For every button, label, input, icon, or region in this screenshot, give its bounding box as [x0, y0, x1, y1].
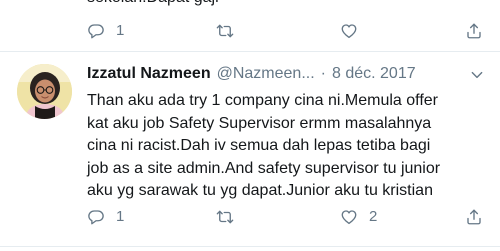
tweet-text: Than aku ada try 1 company cina ni.Memul…	[87, 90, 492, 203]
reply-button[interactable]: 1	[87, 21, 124, 41]
retweet-icon	[216, 22, 234, 40]
tweet-header: Izzatul Nazmeen @Nazmeen... · 8 déc. 201…	[87, 63, 416, 85]
reply-icon	[87, 208, 105, 226]
tweet-divider	[0, 246, 500, 247]
retweet-button[interactable]	[216, 21, 234, 41]
tweet-text-line: aku yg sarawak tu yg dapat.Junior aku tu…	[87, 182, 433, 199]
retweet-icon	[216, 208, 234, 226]
reply-count: 1	[116, 22, 125, 39]
avatar[interactable]	[17, 64, 72, 119]
tweet-text-line: Than aku ada try 1 company cina ni.Memul…	[87, 92, 438, 109]
user-handle[interactable]: @Nazmeen...	[217, 65, 315, 83]
previous-tweet-text: sekolah.Dapat gaji	[87, 0, 219, 9]
heart-icon	[340, 22, 358, 40]
timeline: sekolah.Dapat gaji 1	[0, 0, 500, 251]
separator-dot: ·	[320, 65, 326, 82]
share-button[interactable]	[465, 21, 483, 41]
tweet-divider	[0, 51, 500, 52]
like-count: 2	[369, 208, 378, 225]
retweet-button[interactable]	[216, 207, 234, 227]
reply-count: 1	[116, 208, 125, 225]
tweet-text-line: kat aku job Safety Supervisor ermm masal…	[87, 114, 432, 132]
like-button[interactable]	[340, 21, 358, 41]
tweet-text-line: job as a site admin.And safety superviso…	[87, 159, 441, 177]
share-icon	[465, 22, 483, 40]
reply-icon	[87, 22, 105, 40]
tweet-text-line: cina ni racist.Dah iv semua dah lepas te…	[87, 137, 431, 154]
like-button[interactable]: 2	[340, 207, 377, 227]
share-button[interactable]	[465, 207, 483, 227]
tweet-date[interactable]: 8 déc. 2017	[332, 65, 416, 83]
chevron-down-icon[interactable]	[470, 68, 484, 82]
reply-button[interactable]: 1	[87, 207, 124, 227]
heart-icon	[340, 208, 358, 226]
display-name[interactable]: Izzatul Nazmeen	[87, 65, 211, 83]
share-icon	[465, 208, 483, 226]
